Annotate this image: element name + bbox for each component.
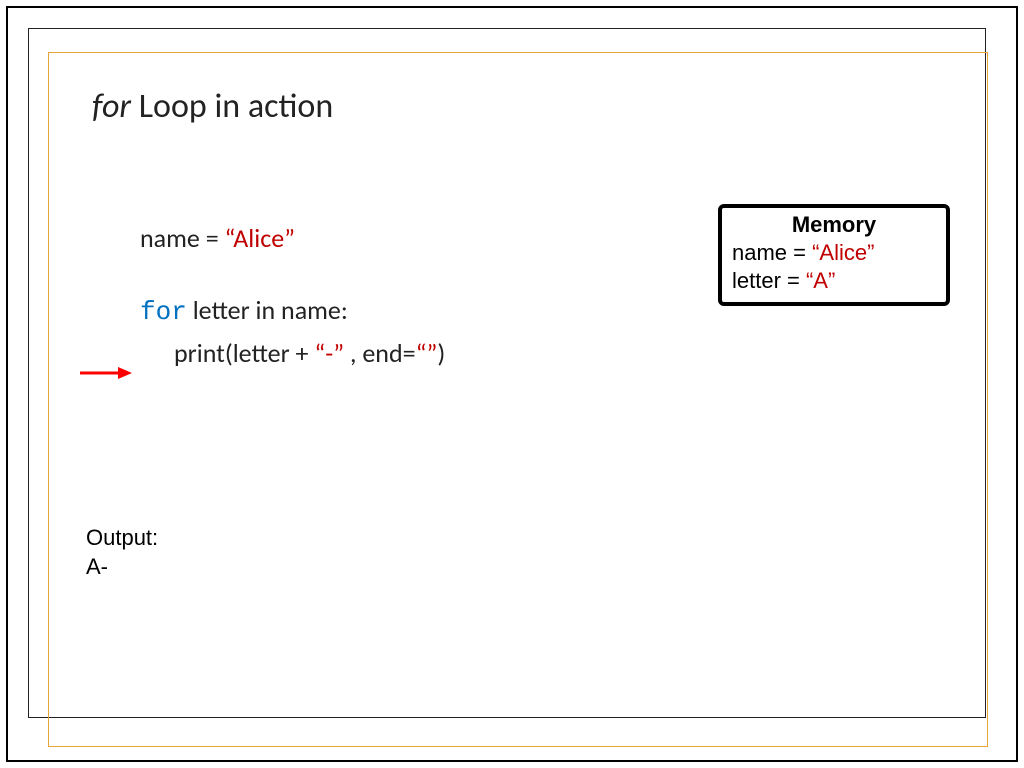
code-line-for: for letter in name: (140, 290, 445, 334)
code-line-print: print(letter + “-” , end=“”) (140, 333, 445, 375)
output-block: Output: A- (86, 524, 158, 581)
gold-frame (48, 52, 988, 747)
title-rest: Loop in action (131, 86, 333, 127)
memory-row-letter: letter = “A” (732, 268, 936, 294)
memory-row-name: name = “Alice” (732, 240, 936, 266)
code-block: name = “Alice” for letter in name: print… (140, 218, 445, 375)
output-value: A- (86, 553, 158, 582)
memory-panel: Memory name = “Alice” letter = “A” (718, 204, 950, 306)
code-line-assign: name = “Alice” (140, 218, 445, 260)
arrow-icon (80, 366, 132, 380)
output-label: Output: (86, 524, 158, 553)
title-keyword: for (92, 86, 131, 127)
memory-title: Memory (732, 212, 936, 238)
page-title: for Loop in action (92, 86, 333, 127)
